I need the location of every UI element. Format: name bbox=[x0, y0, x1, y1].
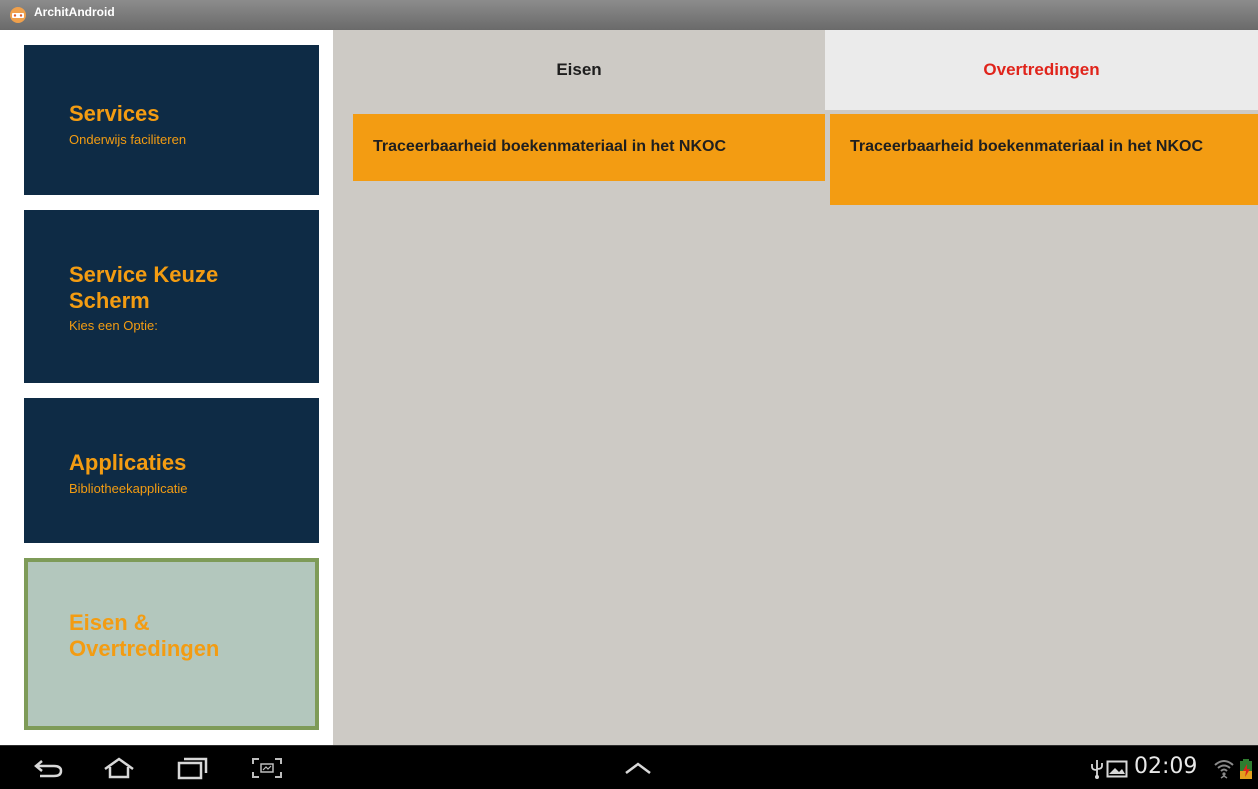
sidebar-item-title: Services bbox=[69, 101, 160, 126]
content-area: Eisen Overtredingen Traceerbaarheid boek… bbox=[333, 30, 1258, 745]
tab-label: Eisen bbox=[556, 60, 602, 79]
gallery-icon bbox=[1106, 760, 1128, 778]
back-icon[interactable] bbox=[32, 756, 66, 780]
usb-icon bbox=[1091, 760, 1103, 779]
tab-label: Overtredingen bbox=[983, 60, 1100, 79]
app-title: ArchitAndroid bbox=[34, 5, 115, 19]
status-clock: 02:09 bbox=[1134, 754, 1198, 779]
sidebar-item-title: Eisen & Overtredingen bbox=[69, 610, 220, 661]
sidebar-item-title: Applicaties bbox=[69, 450, 187, 475]
battery-icon bbox=[1240, 759, 1252, 779]
tab-overtredingen[interactable]: Overtredingen bbox=[825, 30, 1258, 110]
app-icon bbox=[10, 7, 26, 23]
eisen-list-item[interactable]: Traceerbaarheid boekenmateriaal in het N… bbox=[353, 114, 825, 181]
sidebar-item-subtitle: Onderwijs faciliteren bbox=[69, 132, 187, 147]
menu-up-icon[interactable] bbox=[622, 758, 654, 778]
list-item-label: Traceerbaarheid boekenmateriaal in het N… bbox=[373, 138, 727, 155]
sidebar-item-title: Service Keuze Scherm bbox=[69, 262, 219, 313]
system-navigation-bar: 02:09 bbox=[0, 745, 1258, 789]
sidebar-item-applicaties[interactable]: Applicaties Bibliotheekapplicatie bbox=[24, 398, 319, 543]
sidebar-item-eisen-overtredingen[interactable]: Eisen & Overtredingen bbox=[24, 558, 319, 730]
title-bar: ArchitAndroid bbox=[0, 0, 1258, 30]
tab-eisen[interactable]: Eisen bbox=[333, 30, 825, 110]
sidebar-item-service-keuze-scherm[interactable]: Service Keuze Scherm Kies een Optie: bbox=[24, 210, 319, 383]
sidebar-item-subtitle: Kies een Optie: bbox=[69, 318, 158, 333]
wifi-icon bbox=[1214, 760, 1234, 779]
sidebar-item-subtitle: Bibliotheekapplicatie bbox=[69, 481, 188, 496]
sidebar-item-services[interactable]: Services Onderwijs faciliteren bbox=[24, 45, 319, 195]
recent-apps-icon[interactable] bbox=[176, 756, 210, 780]
overtredingen-list-item[interactable]: Traceerbaarheid boekenmateriaal in het N… bbox=[830, 114, 1258, 205]
screenshot-icon[interactable] bbox=[250, 756, 284, 780]
home-icon[interactable] bbox=[102, 756, 136, 780]
sidebar: Services Onderwijs faciliteren Service K… bbox=[0, 30, 333, 745]
list-item-label: Traceerbaarheid boekenmateriaal in het N… bbox=[850, 138, 1204, 155]
